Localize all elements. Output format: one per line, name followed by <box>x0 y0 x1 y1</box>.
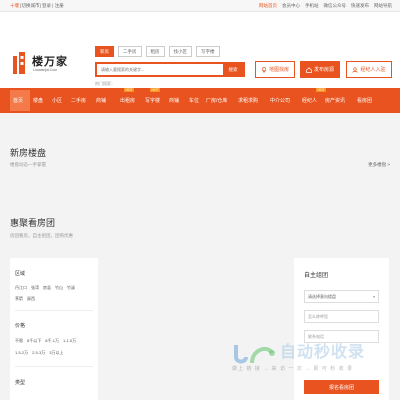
map-search-label: 地图找房 <box>268 67 289 73</box>
nav-item-rent[interactable]: 出租房 <box>120 97 135 104</box>
new-homes-subtitle: 楼盘动态一手掌握 <box>10 162 46 167</box>
search-tab-rent[interactable]: 租房 <box>145 46 165 57</box>
nav-item-office[interactable]: 写字楼 <box>145 97 160 104</box>
filter-area-option[interactable]: 房县 <box>43 285 51 291</box>
watermark: 自动秒收录 做上 链 接 → 来 访 一 次 → 即 可 秒 收 录 <box>232 335 392 380</box>
filter-area-option[interactable]: 茅箭 <box>15 296 23 302</box>
filter-price-row-2: 1.5-2万 2.5-3万 3万以上 <box>15 350 63 356</box>
login-link[interactable]: 登录 <box>42 3 51 8</box>
top-bar-links: 网站首页 会员中心 手机站 微信公众号 快速发布 网站导航 <box>259 3 392 9</box>
nav-item-second-hand[interactable]: 二手房 <box>71 97 86 104</box>
filter-price-row-1: 不限 8千以下 8千-1万 1-1.5万 <box>15 338 76 344</box>
nav-item-news[interactable]: 房产资讯 <box>325 97 345 104</box>
search-tab-new[interactable]: 新房 <box>95 46 114 57</box>
logo-text: 楼万家 <box>32 55 68 68</box>
watermark-logo-icon <box>234 345 275 364</box>
join-tour-button[interactable]: 报名看房团 <box>304 380 379 394</box>
loupan-select-value: 请选择意向楼盘 <box>308 293 336 299</box>
house-tour-subtitle: 房团看房，自主组团，团购优惠 <box>10 233 73 238</box>
map-pin-icon <box>261 66 267 73</box>
nav-item-parking[interactable]: 车位 <box>189 97 199 104</box>
search-tabs: 新房 二手房 租房 找小区 写字楼 <box>95 46 220 57</box>
hot-badge-office: HOT <box>150 88 161 92</box>
more-loupan-link[interactable]: 更多楼盘 > <box>368 162 390 168</box>
publish-listing-button[interactable]: 发布房源 <box>300 61 340 78</box>
publish-listing-label: 发布房源 <box>313 67 334 73</box>
nav-item-loupan[interactable]: 楼盘 <box>33 97 43 104</box>
search-tab-second-hand[interactable]: 二手房 <box>118 46 142 57</box>
nav-item-stores[interactable]: 商铺 <box>169 97 179 104</box>
name-input[interactable]: 怎么称呼您 <box>304 310 379 323</box>
house-tour-title: 惠聚看房团 <box>10 218 56 228</box>
top-link-mobile[interactable]: 手机站 <box>305 3 319 9</box>
filter-price-option[interactable]: 8千以下 <box>27 338 41 344</box>
user-icon <box>352 66 359 73</box>
filter-price-option[interactable]: 1.5-2万 <box>15 350 28 356</box>
filter-price-label: 价格 <box>15 323 26 329</box>
filter-area-option[interactable]: 竹山 <box>55 285 63 291</box>
filter-divider <box>15 366 93 367</box>
nav-item-house-tour[interactable]: 看房团 <box>357 97 372 104</box>
current-city: 十堰 <box>10 3 19 8</box>
filter-area-option[interactable]: 郧西 <box>27 296 35 302</box>
hot-badge-rent: HOT <box>124 88 135 92</box>
filter-area-option[interactable]: 丹江口 <box>15 285 27 291</box>
logo-subtext: Louwanjia.Com <box>33 68 58 72</box>
filter-divider <box>15 310 93 311</box>
filter-price-option[interactable]: 不限 <box>15 338 23 344</box>
search-box: 搜索 <box>95 62 245 77</box>
nav-item-shops[interactable]: 商铺 <box>96 97 106 104</box>
filter-area-row-1: 丹江口 张湾 房县 竹山 竹溪 <box>15 285 75 291</box>
top-bar-left: 十堰 [切换城市] 登录 | 注册 <box>10 3 64 8</box>
filter-panel: 区域 丹江口 张湾 房县 竹山 竹溪 茅箭 郧西 价格 不限 8千以下 8千-1… <box>10 258 98 400</box>
map-search-button[interactable]: 地图找房 <box>255 61 295 78</box>
filter-area-option[interactable]: 张湾 <box>31 285 39 291</box>
filter-price-option[interactable]: 2.5-3万 <box>32 350 45 356</box>
watermark-subtext: 做上 链 接 → 来 访 一 次 → 即 可 秒 收 录 <box>232 366 354 372</box>
top-link-sitemap[interactable]: 网站导航 <box>374 3 392 9</box>
loupan-select[interactable]: 请选择意向楼盘 ▾ <box>304 290 379 303</box>
top-link-home[interactable]: 网站首页 <box>259 3 277 9</box>
switch-city-link[interactable]: [切换城市] <box>20 3 41 8</box>
top-link-member[interactable]: 会员中心 <box>282 3 300 9</box>
register-link[interactable]: 注册 <box>55 3 64 8</box>
chevron-down-icon: ▾ <box>372 294 375 299</box>
search-button[interactable]: 搜索 <box>223 64 243 75</box>
top-link-publish[interactable]: 快速发布 <box>351 3 369 9</box>
nav-item-wanted[interactable]: 求租求购 <box>238 97 258 104</box>
nav-item-agent[interactable]: 经纪人 <box>302 97 317 104</box>
more-loupan-label: 更多楼盘 <box>368 162 387 167</box>
filter-type-label: 类型 <box>15 380 26 386</box>
search-tab-community[interactable]: 找小区 <box>168 46 192 57</box>
filter-price-option[interactable]: 1-1.5万 <box>63 338 76 344</box>
filter-area-option[interactable]: 竹溪 <box>67 285 75 291</box>
watermark-text: 自动秒收录 <box>280 344 366 361</box>
search-input[interactable] <box>97 64 225 75</box>
main-nav: 首页 楼盘 小区 二手房 商铺 HOT 出租房 HOT 写字楼 商铺 车位 厂房… <box>0 88 400 113</box>
top-bar: 十堰 [切换城市] 登录 | 注册 网站首页 会员中心 手机站 微信公众号 快速… <box>0 0 400 12</box>
house-icon <box>306 66 312 73</box>
hot-badge-agent: HOT <box>316 88 327 92</box>
group-tour-form-title: 自主组团 <box>304 273 329 279</box>
site-logo[interactable]: 楼万家 Louwanjia.Com <box>12 52 77 76</box>
filter-area-label: 区域 <box>15 271 26 277</box>
nav-item-community[interactable]: 小区 <box>52 97 62 104</box>
search-tab-office[interactable]: 写字楼 <box>196 46 220 57</box>
name-input-placeholder: 怎么称呼您 <box>308 313 328 319</box>
header: 楼万家 Louwanjia.Com 新房 二手房 租房 找小区 写字楼 搜索 热… <box>0 12 400 88</box>
top-link-wechat[interactable]: 微信公众号 <box>324 3 347 9</box>
new-homes-title: 新房楼盘 <box>10 148 47 158</box>
filter-price-option[interactable]: 8千-1万 <box>45 338 59 344</box>
agent-join-label: 经纪人入驻 <box>360 67 386 73</box>
filter-area-row-2: 茅箭 郧西 <box>15 296 35 302</box>
hot-search-label: 热门搜索： <box>95 81 115 86</box>
nav-item-factory[interactable]: 厂房/仓库 <box>206 97 227 104</box>
filter-price-option[interactable]: 3万以上 <box>49 350 63 356</box>
logo-mark-icon <box>13 52 25 74</box>
agent-join-button[interactable]: 经纪人入驻 <box>346 61 392 78</box>
nav-item-agency[interactable]: 中介公司 <box>270 97 290 104</box>
nav-item-home[interactable]: 首页 <box>13 97 23 104</box>
